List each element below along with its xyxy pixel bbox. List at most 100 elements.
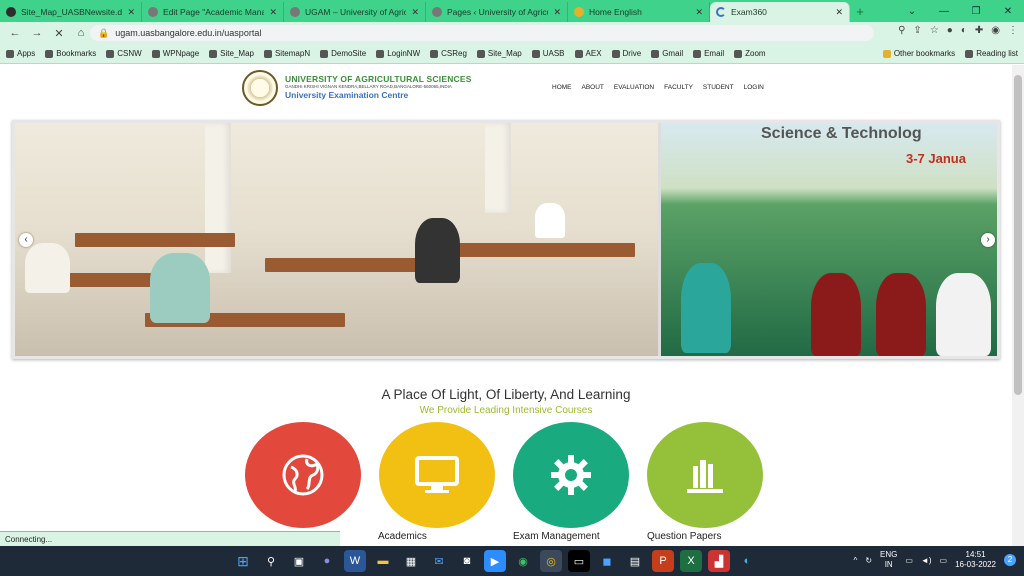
menu-icon[interactable]: ⋮ xyxy=(1008,25,1018,36)
url-text[interactable]: ugam.uasbangalore.edu.in/uasportal xyxy=(115,28,261,38)
windows-start-icon[interactable]: ⊞ xyxy=(232,550,254,572)
feature-circle-globe[interactable] xyxy=(245,422,361,528)
browser-tab[interactable]: Pages ‹ University of Agricult ✕ xyxy=(426,2,568,22)
tab-title: Exam360 xyxy=(731,7,767,17)
reading-list[interactable]: Reading list xyxy=(965,49,1018,58)
bookmark-item[interactable]: Gmail xyxy=(651,49,683,58)
nav-home[interactable]: HOME xyxy=(552,84,572,91)
bookmark-item[interactable]: CSReg xyxy=(430,49,467,58)
nav-student[interactable]: STUDENT xyxy=(703,84,734,91)
restore-icon[interactable]: ❐ xyxy=(960,6,992,17)
extension-icon[interactable]: ● xyxy=(947,25,953,36)
browser-tab[interactable]: Edit Page "Academic Manage ✕ xyxy=(142,2,284,22)
windows-taskbar: ⊞ ⚲ ▣ ● W ▬ ▦ ✉ ◙ ▶ ◉ ◎ ▭ ◼ ▤ P X ▟ ◐ ^ … xyxy=(0,546,1024,576)
back-icon[interactable]: ← xyxy=(6,27,24,39)
other-bookmarks[interactable]: Other bookmarks xyxy=(882,49,955,58)
bookmark-item[interactable]: SitemapN xyxy=(263,49,310,58)
powerpoint-icon[interactable]: P xyxy=(652,550,674,572)
excel-icon[interactable]: X xyxy=(680,550,702,572)
bookmark-item[interactable]: Email xyxy=(693,49,724,58)
feature-circle-academics[interactable] xyxy=(379,422,495,528)
puzzle-icon[interactable]: ✚ xyxy=(975,25,983,36)
bookmark-item[interactable]: DemoSite xyxy=(320,49,366,58)
zoom-icon[interactable]: ⚲ xyxy=(898,25,905,36)
bookmark-item[interactable]: LoginNW xyxy=(376,49,420,58)
mail-icon[interactable]: ✉ xyxy=(428,550,450,572)
calculator-icon[interactable]: ▤ xyxy=(624,550,646,572)
camera-icon[interactable]: ◙ xyxy=(456,550,478,572)
app-icon[interactable]: ◉ xyxy=(512,550,534,572)
bookmark-item[interactable]: Bookmarks xyxy=(45,49,96,58)
nav-faculty[interactable]: FACULTY xyxy=(664,84,693,91)
close-icon[interactable]: ✕ xyxy=(835,7,843,18)
close-icon[interactable]: ✕ xyxy=(695,7,703,18)
close-icon[interactable]: ✕ xyxy=(269,7,277,18)
bookmark-item[interactable]: CSNW xyxy=(106,49,142,58)
feature-circle-question-papers[interactable] xyxy=(647,422,763,528)
sync-icon[interactable]: ↻ xyxy=(865,556,872,565)
share-icon[interactable]: ⇪ xyxy=(913,25,921,36)
bookmark-item[interactable]: UASB xyxy=(531,49,565,58)
clock[interactable]: 14:51 16-03-2022 xyxy=(955,550,996,570)
new-tab-button[interactable]: + xyxy=(850,2,870,22)
terminal-icon[interactable]: ▭ xyxy=(568,550,590,572)
main-nav: HOME ABOUT EVALUATION FACULTY STUDENT LO… xyxy=(552,84,764,91)
word-icon[interactable]: W xyxy=(344,550,366,572)
stop-loading-icon[interactable]: ✕ xyxy=(50,27,68,40)
carousel-next-button[interactable]: › xyxy=(981,233,995,247)
edge-icon[interactable]: ◐ xyxy=(736,550,758,572)
bookmark-item[interactable]: AEX xyxy=(574,49,602,58)
nav-evaluation[interactable]: EVALUATION xyxy=(614,84,654,91)
carousel-prev-button[interactable]: ‹ xyxy=(19,233,33,247)
star-icon[interactable]: ☆ xyxy=(930,25,939,36)
chrome-icon[interactable]: ◎ xyxy=(540,550,562,572)
file-explorer-icon[interactable]: ▬ xyxy=(372,550,394,572)
banner-date: 3-7 Janua xyxy=(906,151,966,166)
browser-tab[interactable]: Site_Map_UASBNewsite.docx ✕ xyxy=(0,2,142,22)
notification-badge[interactable]: 2 xyxy=(1004,554,1016,566)
page-scrollbar[interactable] xyxy=(1012,65,1024,546)
extension-icon[interactable]: ◐ xyxy=(961,25,967,36)
close-window-icon[interactable]: ✕ xyxy=(992,6,1024,17)
chevron-up-icon[interactable]: ^ xyxy=(854,556,858,565)
volume-icon[interactable]: ◄) xyxy=(921,556,932,565)
browser-tab[interactable]: Home English ✕ xyxy=(568,2,710,22)
search-icon[interactable]: ⚲ xyxy=(260,550,282,572)
nav-about[interactable]: ABOUT xyxy=(582,84,604,91)
teams-icon[interactable]: ● xyxy=(316,550,338,572)
language-indicator[interactable]: ENG IN xyxy=(880,550,897,570)
address-bar[interactable]: 🔒 ugam.uasbangalore.edu.in/uasportal xyxy=(90,25,874,41)
browser-tab-active[interactable]: Exam360 ✕ xyxy=(710,2,850,22)
feature-circle-exam[interactable] xyxy=(513,422,629,528)
university-seal-logo[interactable] xyxy=(242,70,278,106)
academics-label[interactable]: Academics xyxy=(378,531,427,542)
nav-login[interactable]: LOGIN xyxy=(744,84,764,91)
minimize-icon[interactable]: — xyxy=(928,6,960,17)
scrollbar-thumb[interactable] xyxy=(1014,75,1022,395)
exam-centre-title: University Examination Centre xyxy=(285,90,409,100)
bookmark-item[interactable]: Site_Map xyxy=(476,49,522,58)
video-icon[interactable]: ◼ xyxy=(596,550,618,572)
network-icon[interactable]: ▭ xyxy=(905,556,913,565)
bookmark-item[interactable]: WPNpage xyxy=(151,49,199,58)
task-view-icon[interactable]: ▣ xyxy=(288,550,310,572)
zoom-icon[interactable]: ▶ xyxy=(484,550,506,572)
battery-icon[interactable]: ▭ xyxy=(940,556,948,565)
question-papers-label[interactable]: Question Papers xyxy=(647,531,722,542)
profile-avatar[interactable]: ◉ xyxy=(991,25,1000,36)
pdf-icon[interactable]: ▟ xyxy=(708,550,730,572)
bookmark-item[interactable]: Apps xyxy=(6,49,35,58)
bookmark-item[interactable]: Drive xyxy=(611,49,641,58)
browser-tab[interactable]: UGAM – University of Agricu ✕ xyxy=(284,2,426,22)
store-icon[interactable]: ▦ xyxy=(400,550,422,572)
bookmark-item[interactable]: Site_Map xyxy=(209,49,254,58)
tab-search-icon[interactable]: ⌄ xyxy=(896,6,928,17)
home-icon[interactable]: ⌂ xyxy=(72,27,90,39)
close-icon[interactable]: ✕ xyxy=(127,7,135,18)
close-icon[interactable]: ✕ xyxy=(411,7,419,18)
bookmark-item[interactable]: Zoom xyxy=(734,49,766,58)
forward-icon[interactable]: → xyxy=(28,27,46,39)
image-carousel[interactable]: Science & Technolog 3-7 Janua ‹ › xyxy=(12,120,1000,359)
close-icon[interactable]: ✕ xyxy=(553,7,561,18)
exam-management-label[interactable]: Exam Management xyxy=(513,531,600,542)
